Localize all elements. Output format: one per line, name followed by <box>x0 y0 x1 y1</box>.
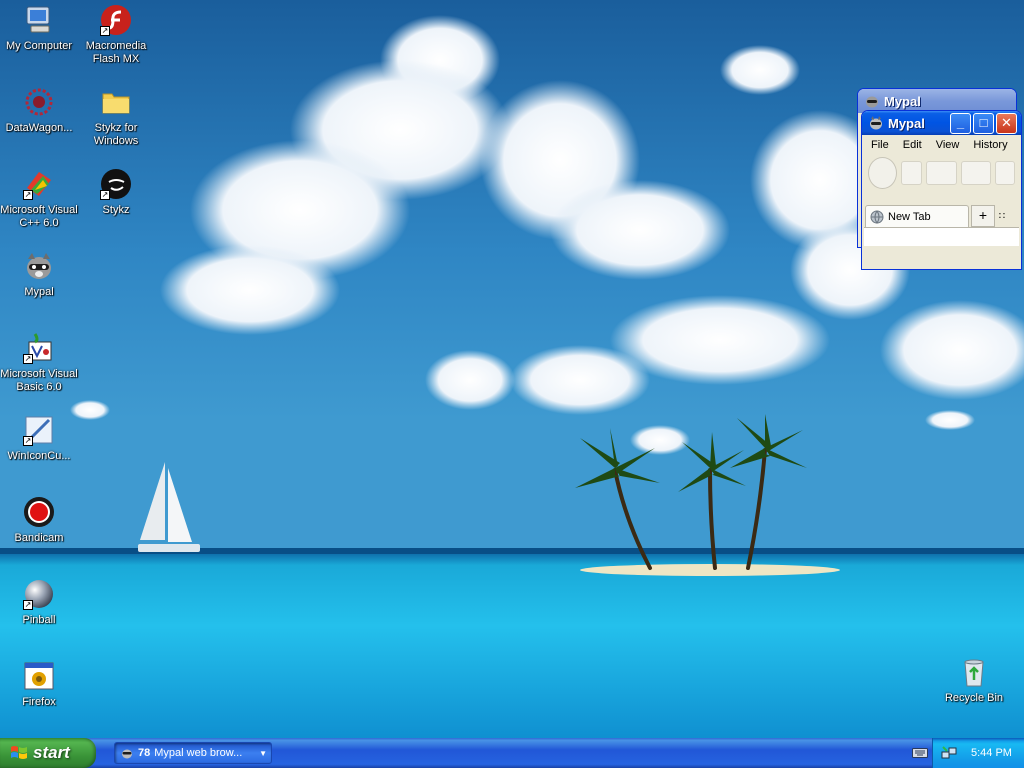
desktop-icon-visual-cpp[interactable]: ↗ Microsoft Visual C++ 6.0 <box>0 168 78 230</box>
desktop-icon-bandicam[interactable]: Bandicam <box>0 496 78 545</box>
windows-flag-icon <box>11 746 27 759</box>
stykz-icon: ↗ <box>100 168 132 200</box>
taskbar-button-mypal-group[interactable]: 78 Mypal web brow... ▼ <box>114 742 272 764</box>
mypal-raccoon-icon <box>870 116 882 130</box>
shortcut-arrow-icon: ↗ <box>23 190 33 200</box>
desktop-icon-label: My Computer <box>5 40 73 52</box>
status-bar <box>862 246 1021 252</box>
desktop-icon-label: Bandicam <box>14 532 64 544</box>
desktop-icon-visual-basic[interactable]: ↗ Microsoft Visual Basic 6.0 <box>0 332 78 394</box>
tab-new-tab[interactable]: New Tab <box>865 205 969 227</box>
visual-basic-icon: ↗ <box>23 332 55 364</box>
minimize-button[interactable]: _ <box>950 112 971 134</box>
mypal-raccoon-icon <box>866 96 878 108</box>
close-icon: ✕ <box>1001 114 1012 130</box>
desktop-icon-stykz[interactable]: ↗ Stykz <box>77 168 155 217</box>
taskbar: start 78 Mypal web brow... ▼ 5:44 PM <box>0 738 1024 768</box>
desktop-icon-flash-mx[interactable]: ↗ Macromedia Flash MX <box>77 4 155 66</box>
tab-label: New Tab <box>888 210 931 223</box>
desktop-icon-mypal[interactable]: Mypal <box>0 250 78 299</box>
keyboard-icon <box>912 748 928 758</box>
mypal-raccoon-icon <box>23 250 55 282</box>
task-group-count: 78 <box>138 747 151 759</box>
desktop-icon-recycle-bin[interactable]: Recycle Bin <box>935 656 1013 705</box>
keyboard-language-button[interactable] <box>908 747 932 759</box>
firefox-window-icon <box>23 660 55 692</box>
desktop-icon-winiconcut[interactable]: ↗ WinIconCu... <box>0 414 78 463</box>
desktop-icon-label: Firefox <box>22 696 56 708</box>
tab-list-button[interactable]: ∷ <box>995 211 1009 222</box>
globe-icon <box>870 210 884 224</box>
reload-button[interactable] <box>926 161 957 185</box>
window-title: Mypal <box>888 115 925 131</box>
pinball-icon: ↗ <box>23 578 55 610</box>
network-icon[interactable] <box>941 745 957 761</box>
minimize-icon: _ <box>956 114 965 130</box>
desktop-icon-my-computer[interactable]: My Computer <box>0 4 78 53</box>
desktop-icon-label: Mypal <box>24 286 54 298</box>
recycle-bin-icon <box>958 656 990 688</box>
navigation-toolbar <box>862 155 1021 191</box>
maximize-button[interactable]: □ <box>973 112 994 134</box>
desktop-icon-label: Stykz for Windows <box>93 122 139 147</box>
grid-icon: ∷ <box>998 210 1006 222</box>
my-computer-icon <box>23 4 55 36</box>
desktop-icon-label: Microsoft Visual Basic 6.0 <box>0 368 78 393</box>
desktop-icon-label: Macromedia Flash MX <box>85 40 147 65</box>
chevron-down-icon: ▼ <box>259 748 267 758</box>
forward-button[interactable] <box>900 161 923 185</box>
mypal-window[interactable]: Mypal _ □ ✕ File Edit View History New T… <box>861 110 1022 270</box>
shortcut-arrow-icon: ↗ <box>100 26 110 36</box>
new-tab-button[interactable]: + <box>971 205 995 227</box>
system-tray: 5:44 PM <box>932 738 1024 768</box>
window-titlebar[interactable]: Mypal _ □ ✕ <box>862 111 1021 135</box>
close-button[interactable]: ✕ <box>996 112 1017 134</box>
mypal-raccoon-icon <box>122 749 132 759</box>
start-label: start <box>33 743 70 762</box>
plus-icon: + <box>978 207 988 223</box>
tab-strip: New Tab + ∷ <box>862 205 1021 227</box>
winiconcut-icon: ↗ <box>23 414 55 446</box>
start-button[interactable]: start <box>0 738 96 768</box>
shortcut-arrow-icon: ↗ <box>23 600 33 610</box>
datawagon-icon <box>23 86 55 118</box>
desktop-icon-label: Microsoft Visual C++ 6.0 <box>0 204 78 229</box>
desktop-icon-label: Stykz <box>102 204 130 216</box>
bandicam-icon <box>23 496 55 528</box>
desktop-icon-label: DataWagon... <box>5 122 73 134</box>
menu-history[interactable]: History <box>973 139 1007 151</box>
window-title: Mypal <box>884 93 921 109</box>
desktop-icon-datawagon[interactable]: DataWagon... <box>0 86 78 135</box>
menu-edit[interactable]: Edit <box>903 139 922 151</box>
desktop-icon-stykz-for-windows[interactable]: Stykz for Windows <box>77 86 155 148</box>
shortcut-arrow-icon: ↗ <box>23 436 33 446</box>
desktop[interactable]: My Computer DataWagon... ↗ Microsoft Vis… <box>0 0 1024 738</box>
folder-icon <box>100 86 132 118</box>
maximize-icon: □ <box>979 114 988 130</box>
flash-mx-icon: ↗ <box>100 4 132 36</box>
shortcut-arrow-icon: ↗ <box>100 190 110 200</box>
desktop-icon-label: Pinball <box>22 614 56 626</box>
url-bar[interactable] <box>995 161 1015 185</box>
page-content-area[interactable] <box>864 227 1019 246</box>
menu-bar: File Edit View History <box>862 135 1021 155</box>
menu-view[interactable]: View <box>936 139 960 151</box>
task-group-label: Mypal web brow... <box>154 747 243 759</box>
clock[interactable]: 5:44 PM <box>971 747 1012 759</box>
menu-file[interactable]: File <box>871 139 889 151</box>
back-button[interactable] <box>868 157 897 189</box>
shortcut-arrow-icon: ↗ <box>23 354 33 364</box>
desktop-icon-pinball[interactable]: ↗ Pinball <box>0 578 78 627</box>
home-button[interactable] <box>960 161 992 185</box>
desktop-icon-label: WinIconCu... <box>7 450 71 462</box>
desktop-icon-firefox[interactable]: Firefox <box>0 660 78 709</box>
visual-cpp-icon: ↗ <box>23 168 55 200</box>
desktop-icon-label: Recycle Bin <box>944 692 1004 704</box>
